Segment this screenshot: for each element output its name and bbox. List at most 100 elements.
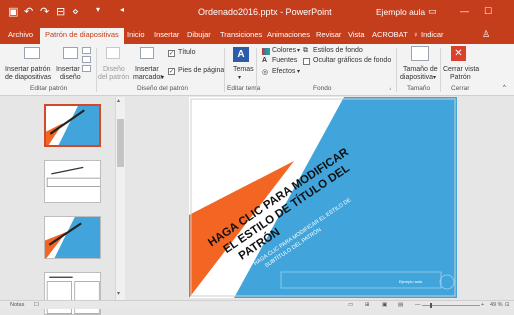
tab-archivo[interactable]: Archivo (8, 30, 33, 39)
insert-layout-button-line2[interactable]: diseño (60, 74, 81, 81)
maximize-icon[interactable]: ☐ (484, 6, 492, 17)
title-checkbox-label: Título (178, 49, 196, 56)
accessibility-icon[interactable]: ☐ (34, 302, 39, 308)
title-checkbox[interactable]: ✓ (168, 50, 175, 57)
start-slideshow-icon[interactable]: ⊟ (56, 5, 65, 18)
master-slide[interactable]: 2/01/2017 Ejemplo aula HAGA CLIC PARA MO… (189, 97, 457, 298)
insert-layout-icon[interactable] (63, 47, 78, 59)
tab-inicio[interactable]: Inicio (127, 30, 145, 39)
status-bar: Notas ☐ ▭ ⊞ ▣ ▤ — + 49 % ⊡ (0, 300, 514, 309)
zoom-slider-thumb[interactable] (430, 303, 432, 308)
slide-sorter-icon[interactable]: ⊞ (365, 302, 370, 308)
insert-layout-button[interactable]: Insertar (56, 66, 80, 73)
customize-qat-icon[interactable]: ⋄ (72, 5, 79, 18)
qat-dropdown-icon[interactable]: ▾ (96, 5, 100, 14)
redo-icon[interactable]: ↷ (40, 5, 49, 18)
slide-size-icon[interactable] (411, 46, 429, 61)
insert-placeholder-button-line2[interactable]: marcador (133, 74, 163, 81)
document-title: Ordenado2016.pptx - PowerPoint (198, 7, 332, 17)
master-layout-button-line2: del patrón (98, 74, 130, 81)
group-edit-master: Editar patrón (30, 85, 68, 92)
delete-icon[interactable] (82, 47, 91, 54)
background-dialog-launcher-icon[interactable]: ⌟ (389, 85, 391, 91)
slide-size-dropdown-icon[interactable]: ▾ (433, 74, 436, 81)
tab-vista[interactable]: Vista (348, 30, 365, 39)
slide-size-button[interactable]: Tamaño de (403, 66, 438, 73)
ribbon: Insertar patrón de diapositivas Insertar… (0, 44, 514, 96)
slide-size-button-line2[interactable]: diapositiva (400, 74, 433, 81)
placeholder-dropdown-icon[interactable]: ▾ (161, 74, 164, 81)
tab-revisar[interactable]: Revisar (316, 30, 341, 39)
qat-more-icon[interactable]: ◂ (120, 5, 124, 14)
footer-text: Ejemplo aula (399, 279, 423, 284)
slide-art: 2/01/2017 Ejemplo aula HAGA CLIC PARA MO… (189, 97, 457, 298)
preserve-icon[interactable] (82, 65, 91, 72)
hide-bg-checkbox[interactable] (303, 58, 310, 65)
scroll-down-icon[interactable]: ▾ (117, 290, 120, 297)
effects-icon[interactable]: ◎ (262, 68, 268, 76)
slideshow-icon[interactable]: ▤ (398, 302, 403, 308)
footer-checkbox-label: Pies de página (178, 67, 225, 74)
status-notes[interactable]: Notas (10, 302, 24, 308)
thumbnail-master[interactable] (44, 104, 101, 147)
footer-date: 2/01/2017 (201, 284, 223, 290)
scroll-thumb[interactable] (117, 119, 124, 167)
separator (396, 48, 397, 92)
close-master-view-icon[interactable]: ✕ (451, 46, 466, 61)
insert-placeholder-icon[interactable] (140, 47, 154, 59)
effects-button[interactable]: Efectos (272, 68, 295, 75)
tab-transiciones[interactable]: Transiciones (220, 30, 262, 39)
bg-styles-button[interactable]: Estilos de fondo (313, 47, 363, 54)
close-master-view-button-line2[interactable]: Patrón (450, 74, 471, 81)
save-icon[interactable]: ▣ (8, 5, 18, 18)
fonts-button[interactable]: Fuentes (272, 57, 297, 64)
ribbon-display-icon[interactable]: ▭ (428, 6, 437, 17)
minimize-icon[interactable]: — (460, 6, 469, 16)
zoom-in-icon[interactable]: + (481, 302, 484, 308)
close-master-view-button[interactable]: Cerrar vista (443, 66, 479, 73)
insert-placeholder-button[interactable]: Insertar (135, 66, 159, 73)
tab-animaciones[interactable]: Animaciones (267, 30, 310, 39)
collapse-ribbon-icon[interactable]: ^ (503, 85, 506, 91)
effects-dropdown-icon[interactable]: ▾ (297, 68, 300, 75)
separator (96, 48, 97, 92)
hide-bg-label: Ocultar gráficos de fondo (313, 57, 392, 64)
colors-button[interactable]: Colores (272, 47, 296, 54)
normal-view-icon[interactable]: ▭ (348, 302, 353, 308)
master-layout-button: Diseño (103, 66, 125, 73)
colors-icon[interactable] (262, 48, 270, 55)
fonts-icon[interactable]: A (262, 57, 267, 64)
thumbnail-scrollbar[interactable]: ▴ ▾ (115, 97, 125, 300)
zoom-level[interactable]: 49 % (490, 302, 503, 308)
tell-me-box[interactable]: Indicar (421, 30, 444, 39)
thumbnail-layout-2-art (45, 217, 100, 258)
zoom-out-icon[interactable]: — (415, 302, 421, 308)
reading-view-icon[interactable]: ▣ (382, 302, 387, 308)
lightbulb-icon: ♀ (413, 30, 419, 39)
rename-icon[interactable] (82, 56, 91, 63)
bg-styles-icon[interactable]: ⧉ (303, 47, 308, 55)
separator (440, 48, 441, 92)
tab-patron-diapositivas[interactable]: Patrón de diapositivas (40, 28, 124, 44)
user-name[interactable]: Ejemplo aula (376, 7, 425, 17)
thumbnail-layout-2[interactable] (44, 216, 101, 259)
group-background: Fondo (313, 85, 332, 92)
tab-acrobat[interactable]: ACROBAT (372, 30, 408, 39)
group-size: Tamaño (407, 85, 431, 92)
themes-dropdown-icon[interactable]: ▾ (238, 74, 241, 81)
insert-master-button[interactable]: Insertar patrón (5, 66, 51, 73)
colors-dropdown-icon[interactable]: ▾ (297, 47, 300, 54)
share-icon[interactable]: ♙ (482, 29, 490, 40)
insert-master-icon[interactable] (24, 47, 40, 59)
undo-icon[interactable]: ↶ (24, 5, 33, 18)
footer-checkbox[interactable]: ✓ (168, 68, 175, 75)
themes-button[interactable]: Temas (233, 66, 254, 73)
tab-dibujar[interactable]: Dibujar (187, 30, 211, 39)
thumbnail-layout-1[interactable] (44, 160, 101, 203)
scroll-up-icon[interactable]: ▴ (117, 97, 120, 104)
tab-insertar[interactable]: Insertar (154, 30, 179, 39)
insert-master-button-line2[interactable]: de diapositivas (5, 74, 51, 81)
fit-slide-icon[interactable]: ⊡ (505, 302, 510, 308)
group-master-layout: Diseño del patrón (137, 85, 188, 92)
themes-icon[interactable]: A (233, 47, 249, 62)
